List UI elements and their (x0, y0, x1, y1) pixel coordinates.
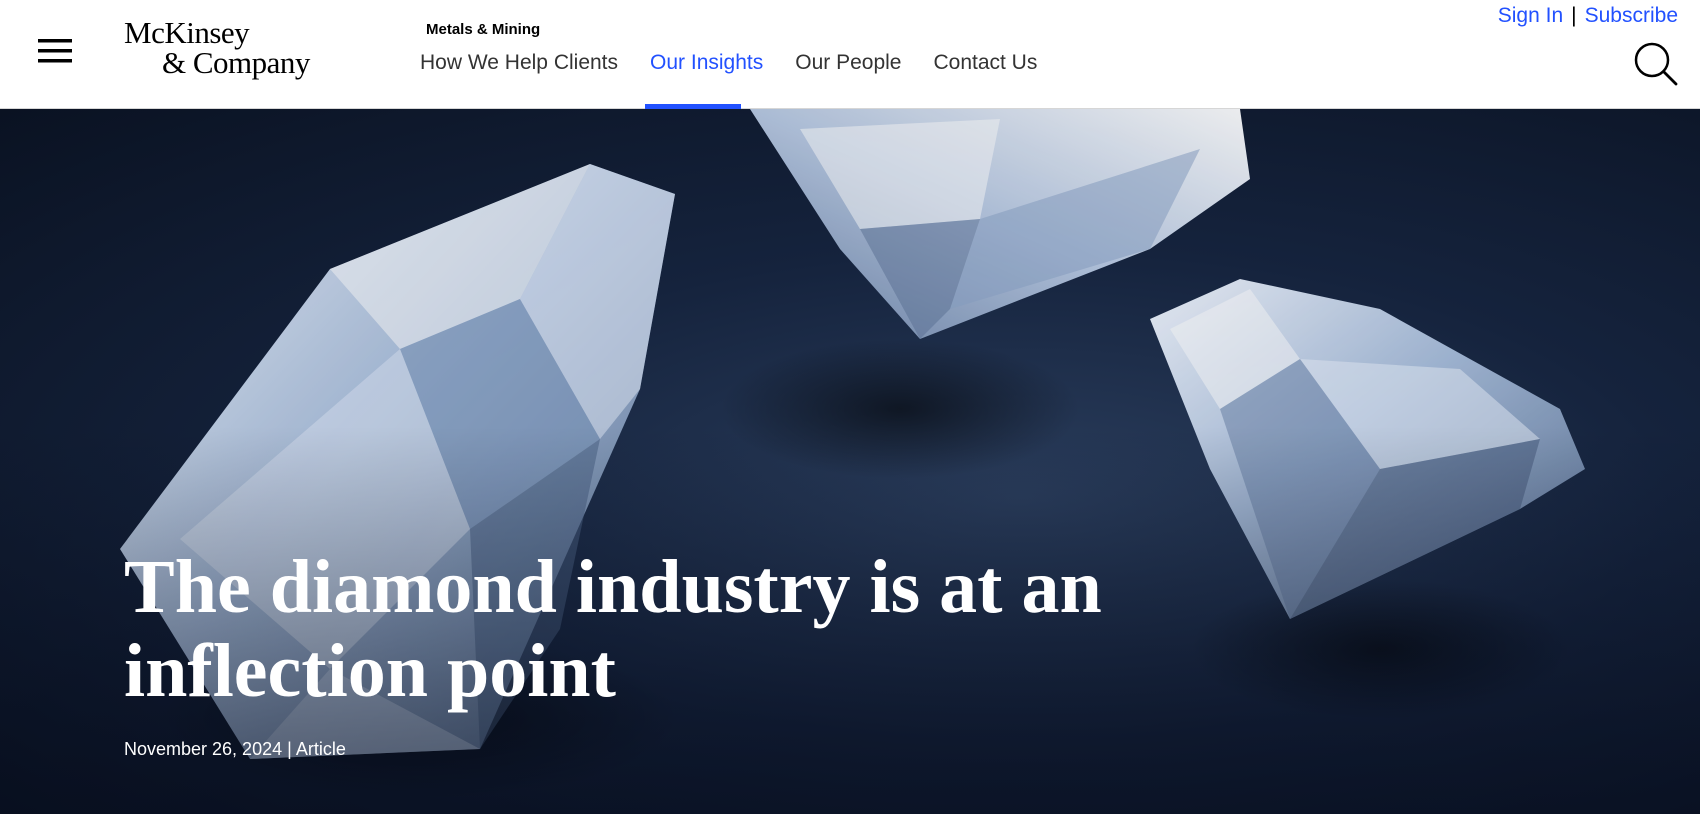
mckinsey-logo[interactable]: McKinsey & Company (124, 17, 324, 81)
article-meta-separator: | (287, 739, 292, 759)
nav-item-our-people[interactable]: Our People (795, 48, 901, 78)
article-title: The diamond industry is at an inflection… (124, 545, 1102, 713)
nav-item-our-insights[interactable]: Our Insights (650, 48, 763, 78)
section-label[interactable]: Metals & Mining (426, 21, 540, 38)
logo-line-2: & Company (162, 45, 310, 80)
sign-in-link[interactable]: Sign In (1498, 4, 1563, 28)
subscribe-link[interactable]: Subscribe (1585, 4, 1678, 28)
account-links: Sign In | Subscribe (1498, 4, 1678, 28)
article-type: Article (295, 739, 346, 759)
main-nav: How We Help Clients Our Insights Our Peo… (420, 48, 1069, 78)
nav-item-how-we-help-clients[interactable]: How We Help Clients (420, 48, 618, 78)
article-date: November 26, 2024 (124, 739, 283, 759)
menu-button[interactable] (30, 32, 80, 70)
nav-item-contact-us[interactable]: Contact Us (933, 48, 1037, 78)
account-links-separator: | (1571, 4, 1577, 27)
logo-line-1: McKinsey (124, 15, 250, 50)
hero-banner: The diamond industry is at an inflection… (0, 109, 1700, 814)
site-header: McKinsey & Company Metals & Mining How W… (0, 0, 1700, 109)
hamburger-menu-icon[interactable] (38, 37, 72, 65)
article-meta: November 26, 2024 | Article (124, 739, 346, 760)
search-icon[interactable] (1632, 40, 1680, 88)
search-button[interactable] (1632, 40, 1680, 88)
